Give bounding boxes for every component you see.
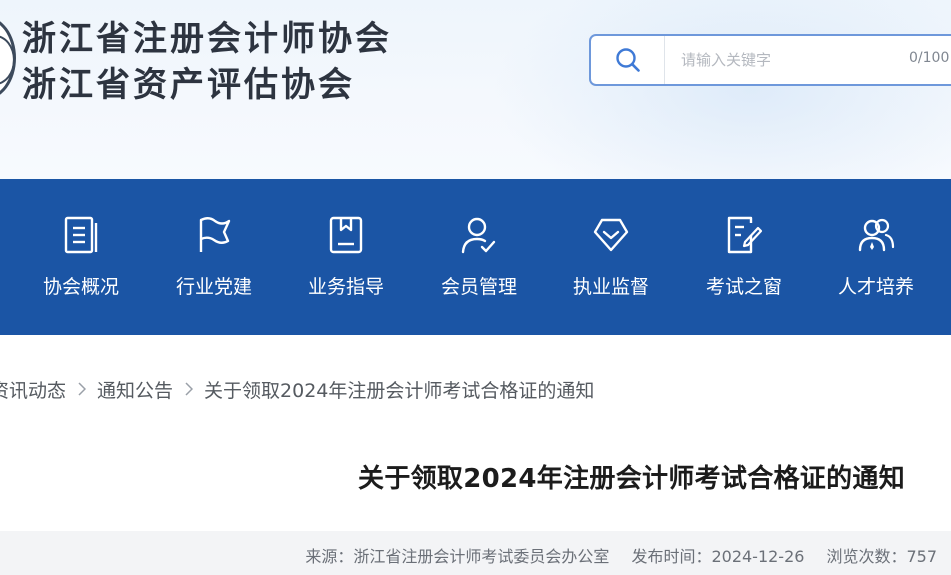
edit-document-icon xyxy=(727,216,763,254)
breadcrumb-current: 关于领取2024年注册会计师考试合格证的通知 xyxy=(204,379,595,402)
nav-item-supervision[interactable]: 执业监督 xyxy=(545,179,677,335)
source-label: 来源： xyxy=(305,547,354,566)
site-header: 浙江省注册会计师协会 浙江省资产评估协会 0/100 xyxy=(0,0,951,179)
nav-item-business-guide[interactable]: 业务指导 xyxy=(280,179,412,335)
article-meta-bar: 来源：浙江省注册会计师考试委员会办公室 发布时间：2024-12-26 浏览次数：7… xyxy=(0,531,951,575)
nav-label: 协会概况 xyxy=(42,276,119,298)
main-nav: 协会概况 行业党建 业务指导 会员管理 执业监督 考试之窗 人才培养 xyxy=(0,179,951,335)
nav-label: 业务指导 xyxy=(307,276,384,298)
flag-icon xyxy=(199,217,231,252)
views-label: 浏览次数： xyxy=(826,547,907,566)
nav-label: 执业监督 xyxy=(572,276,649,298)
date-label: 发布时间： xyxy=(631,547,712,566)
association-logo[interactable] xyxy=(0,16,16,100)
nav-label: 行业党建 xyxy=(175,276,252,298)
users-icon xyxy=(858,218,895,252)
search-button[interactable] xyxy=(591,36,665,84)
org-name-cpa[interactable]: 浙江省注册会计师协会 xyxy=(22,19,392,59)
article-meta: 来源：浙江省注册会计师考试委员会办公室 发布时间：2024-12-26 浏览次数：7… xyxy=(305,543,937,567)
breadcrumb-notices[interactable]: 通知公告 xyxy=(97,376,173,403)
date-value: 2024-12-26 xyxy=(711,547,805,566)
nav-item-talent-training[interactable]: 人才培养 xyxy=(810,179,942,335)
views-value: 757 xyxy=(906,547,937,566)
user-check-icon xyxy=(461,217,496,254)
chevron-right-icon xyxy=(78,382,87,396)
page: 浙江省注册会计师协会 浙江省资产评估协会 0/100 协会概况 xyxy=(0,0,951,575)
search-char-counter: 0/100 xyxy=(909,50,950,66)
search-input[interactable] xyxy=(681,48,891,72)
org-name-valuation[interactable]: 浙江省资产评估协会 xyxy=(22,65,355,105)
breadcrumb: 资讯动态 通知公告 关于领取2024年注册会计师考试合格证的通知 xyxy=(0,360,951,418)
nav-label: 考试之窗 xyxy=(705,276,782,298)
search-box: 0/100 xyxy=(589,34,951,86)
nav-item-about[interactable]: 协会概况 xyxy=(15,179,147,335)
chevron-right-icon xyxy=(185,382,194,396)
document-icon xyxy=(64,216,98,254)
nav-item-exam-window[interactable]: 考试之窗 xyxy=(678,179,810,335)
header-background-glow xyxy=(491,0,951,179)
nav-item-party-building[interactable]: 行业党建 xyxy=(148,179,280,335)
nav-item-member-management[interactable]: 会员管理 xyxy=(413,179,545,335)
nav-label: 会员管理 xyxy=(440,276,517,298)
article-title: 关于领取2024年注册会计师考试合格证的通知 xyxy=(358,464,905,494)
source-value: 浙江省注册会计师考试委员会办公室 xyxy=(353,547,610,566)
nav-label: 人才培养 xyxy=(837,276,914,298)
search-icon xyxy=(615,48,640,72)
breadcrumb-news[interactable]: 资讯动态 xyxy=(0,376,66,403)
shield-check-icon xyxy=(593,218,629,252)
bookmark-file-icon xyxy=(329,216,363,254)
